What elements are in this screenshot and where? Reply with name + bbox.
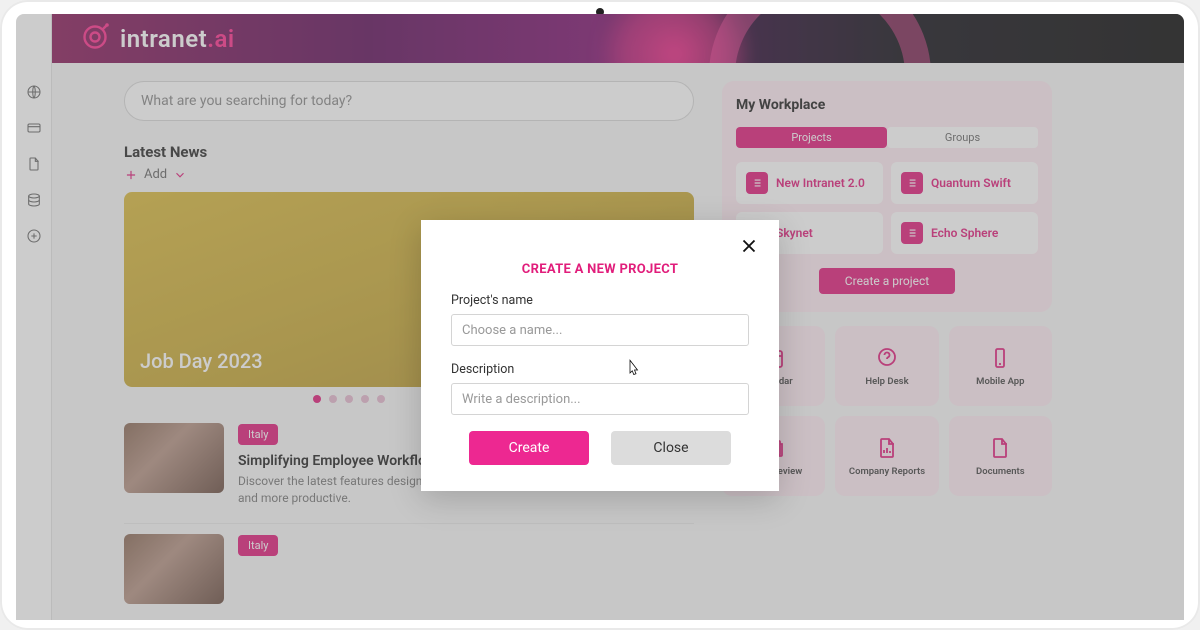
close-icon[interactable] xyxy=(737,234,761,258)
description-label: Description xyxy=(451,362,749,377)
modal-title: CREATE A NEW PROJECT xyxy=(451,262,749,277)
create-button[interactable]: Create xyxy=(469,431,589,465)
project-name-placeholder: Choose a name... xyxy=(462,323,562,338)
project-name-input[interactable]: Choose a name... xyxy=(451,314,749,346)
project-name-label: Project's name xyxy=(451,293,749,308)
description-placeholder: Write a description... xyxy=(462,392,581,407)
description-input[interactable]: Write a description... xyxy=(451,383,749,415)
pointer-cursor-icon xyxy=(624,358,642,380)
create-project-modal: CREATE A NEW PROJECT Project's name Choo… xyxy=(421,220,779,491)
close-button[interactable]: Close xyxy=(611,431,731,465)
